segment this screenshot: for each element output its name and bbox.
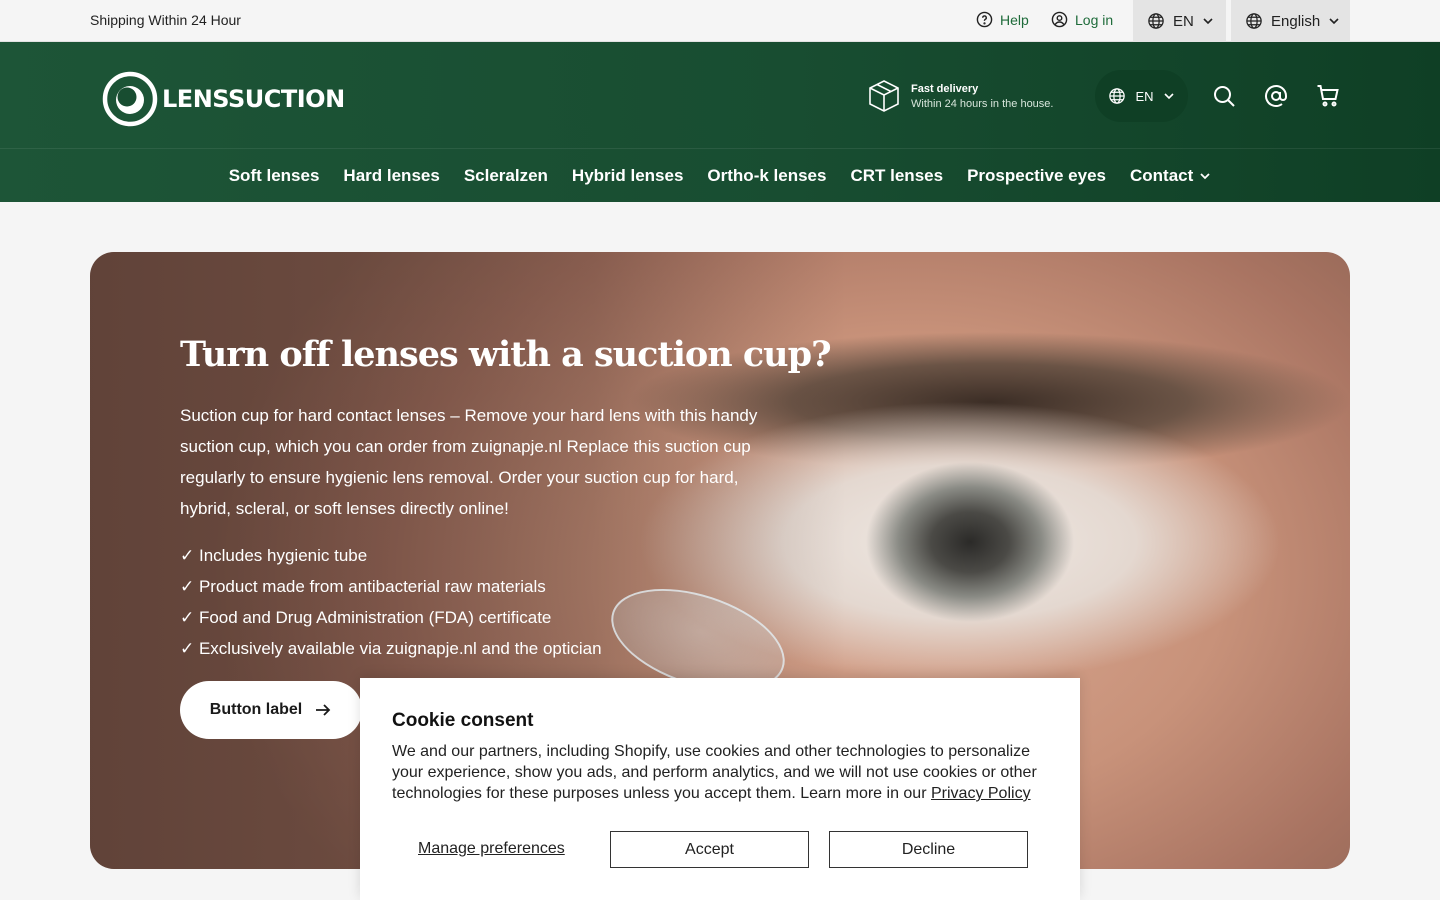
logo[interactable]: LENSSUCTION (102, 71, 345, 127)
nav-label: Scleralzen (463, 165, 548, 185)
header-lang-code: EN (1135, 88, 1154, 104)
chevron-down-icon (1328, 15, 1340, 27)
nav-label: Ortho-k lenses (707, 165, 827, 185)
cookie-consent-dialog: Cookie consent We and our partners, incl… (360, 678, 1080, 900)
nav-item-contact[interactable]: Contact (1130, 166, 1211, 186)
cookie-message: We and our partners, including Shopify, … (392, 741, 1052, 804)
nav-item-prospective-eyes[interactable]: Prospective eyes (967, 166, 1106, 186)
feature-item: ✓ Product made from antibacterial raw ma… (180, 577, 546, 596)
language-selector[interactable]: English (1231, 0, 1350, 42)
login-label: Log in (1075, 11, 1114, 28)
site-header: LENSSUCTION Fast delivery Within 24 hour… (0, 42, 1440, 202)
nav-item-ortho-k-lenses[interactable]: Ortho-k lenses (707, 166, 826, 186)
box-icon (867, 79, 901, 113)
shipping-notice: Shipping Within 24 Hour (90, 12, 241, 28)
cookie-actions: Manage preferences Accept Decline (392, 831, 1048, 868)
chevron-down-icon (1199, 170, 1211, 182)
globe-icon (1245, 12, 1263, 30)
help-link[interactable]: Help (976, 11, 1029, 28)
feature-item: ✓ Exclusively available via zuignapje.nl… (180, 639, 602, 658)
search-icon[interactable] (1212, 84, 1236, 108)
accept-button[interactable]: Accept (610, 831, 809, 868)
feature-list: ✓ Includes hygienic tube ✓ Product made … (180, 540, 602, 664)
cookie-title: Cookie consent (392, 710, 534, 731)
privacy-policy-link[interactable]: Privacy Policy (931, 785, 1031, 802)
help-label: Help (1000, 11, 1029, 28)
top-bar: Shipping Within 24 Hour Help Log in EN E… (0, 0, 1440, 42)
logo-text: LENSSUCTION (162, 85, 345, 113)
country-code: EN (1173, 12, 1194, 30)
header-language-selector[interactable]: EN (1095, 70, 1188, 122)
fast-delivery-subtitle: Within 24 hours in the house. (911, 97, 1054, 110)
nav-label: Contact (1129, 165, 1194, 185)
fast-delivery-title: Fast delivery (911, 82, 979, 95)
nav-item-scleralzen[interactable]: Scleralzen (464, 166, 548, 186)
nav-label: Prospective eyes (967, 165, 1106, 185)
nav-item-soft-lenses[interactable]: Soft lenses (229, 166, 320, 186)
nav-label: Soft lenses (228, 165, 320, 185)
feature-item: ✓ Includes hygienic tube (180, 546, 368, 565)
nav-label: CRT lenses (850, 165, 944, 185)
eye-logo-icon (102, 71, 158, 127)
fast-delivery-badge: Fast delivery Within 24 hours in the hou… (867, 79, 1053, 113)
arrow-right-icon (314, 701, 332, 719)
hero-description: Suction cup for hard contact lenses – Re… (180, 406, 758, 518)
chevron-down-icon (1202, 15, 1214, 27)
nav-label: Hybrid lenses (571, 165, 684, 185)
hero-cta-label: Button label (209, 701, 303, 718)
hero-cta-button[interactable]: Button label (180, 681, 362, 739)
chevron-down-icon (1163, 90, 1175, 102)
user-icon (1051, 11, 1068, 28)
decline-button[interactable]: Decline (829, 831, 1028, 868)
country-selector[interactable]: EN (1133, 0, 1226, 42)
at-icon[interactable] (1264, 84, 1288, 108)
help-icon (976, 11, 993, 28)
feature-item: ✓ Food and Drug Administration (FDA) cer… (180, 608, 552, 627)
main-nav: Soft lenses Hard lenses Scleralzen Hybri… (0, 149, 1440, 202)
globe-icon (1147, 12, 1165, 30)
nav-label: Hard lenses (343, 165, 440, 185)
nav-item-hard-lenses[interactable]: Hard lenses (343, 166, 439, 186)
cart-icon[interactable] (1316, 84, 1340, 108)
nav-item-crt-lenses[interactable]: CRT lenses (850, 166, 943, 186)
language-label: English (1271, 12, 1321, 30)
nav-item-hybrid-lenses[interactable]: Hybrid lenses (572, 166, 684, 186)
hero-title: Turn off lenses with a suction cup? (180, 334, 832, 375)
login-link[interactable]: Log in (1051, 11, 1113, 28)
globe-icon (1108, 87, 1126, 105)
manage-preferences-link[interactable]: Manage preferences (418, 840, 565, 858)
